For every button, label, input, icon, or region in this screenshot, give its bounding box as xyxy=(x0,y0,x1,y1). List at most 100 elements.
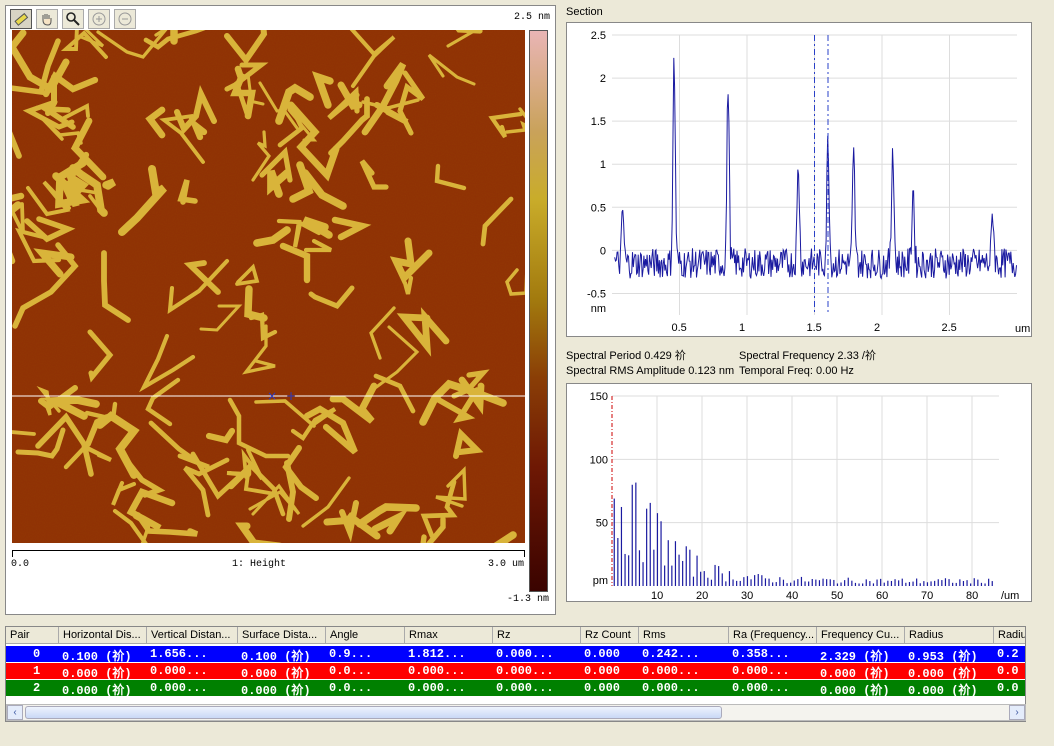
table-cell: 0.000... xyxy=(496,664,554,678)
column-header[interactable]: Ra (Frequency... xyxy=(729,627,817,644)
table-row[interactable]: 2 0.000 (祄) 0.000... 0.000 (祄) 0.0... 0.000..… xyxy=(6,680,1025,698)
x-axis-label: um xyxy=(1015,323,1030,335)
svg-text:+: + xyxy=(286,389,296,403)
y-tick-label: 2.5 xyxy=(591,30,606,42)
table-cell: 0.000 (祄) xyxy=(820,667,890,681)
x-tick-label: 2.5 xyxy=(942,322,957,334)
x-tick-label: 20 xyxy=(696,590,708,601)
table-cell: 0.100 (祄) xyxy=(241,650,311,664)
x-start-label: 0.0 xyxy=(11,559,30,570)
column-header[interactable]: Radiu xyxy=(994,627,1025,644)
table-cell: 0.0... xyxy=(329,681,373,695)
section-title: Section xyxy=(566,6,603,18)
table-cell: 0.0 xyxy=(997,681,1019,695)
table-cell: 0.000... xyxy=(408,681,466,695)
x-tick-label: 1 xyxy=(739,322,745,334)
spectral-rms-amplitude: Spectral RMS Amplitude 0.123 nm xyxy=(566,365,735,377)
column-header[interactable]: Vertical Distan... xyxy=(147,627,238,644)
y-tick-label: 50 xyxy=(596,518,608,530)
column-header[interactable]: Radius xyxy=(905,627,994,644)
table-cell: 0.000... xyxy=(496,647,554,661)
zoom-in-icon[interactable] xyxy=(88,9,110,29)
y-tick-label: 1.5 xyxy=(591,116,606,128)
table-cell: 0.9... xyxy=(329,647,373,661)
x-end-label: 3.0 um xyxy=(488,559,525,570)
y-axis-label: pm xyxy=(593,575,608,587)
table-cell: 0.0 xyxy=(997,664,1019,678)
scroll-right-icon[interactable]: › xyxy=(1009,705,1025,720)
image-panel: 2.5 nm × + 0.0 1: Height 3.0 um -1.3 nm xyxy=(5,5,556,615)
table-cell: 0.000... xyxy=(732,664,790,678)
hand-icon[interactable] xyxy=(36,9,58,29)
table-cell: 0.100 (祄) xyxy=(62,650,132,664)
table-cell: 2.329 (祄) xyxy=(820,650,890,664)
table-cell: 0.0... xyxy=(329,664,373,678)
table-cell: 1.812... xyxy=(408,647,466,661)
x-tick-label: 1.5 xyxy=(807,322,822,334)
y-axis-label: nm xyxy=(591,303,606,315)
table-cell: 0.000... xyxy=(642,664,700,678)
scroll-left-icon[interactable]: ‹ xyxy=(7,705,23,720)
magnifier-icon[interactable] xyxy=(62,9,84,29)
afm-height-image[interactable]: × + xyxy=(12,30,525,543)
column-header[interactable]: Rmax xyxy=(405,627,493,644)
column-header[interactable]: Pair xyxy=(6,627,59,644)
table-cell: 0.000 (祄) xyxy=(908,684,978,698)
y-tick-label: 100 xyxy=(590,454,608,466)
spectrum-plot[interactable]: 10 20 30 40 50 60 70 80 150 100 50 pm/um xyxy=(566,383,1032,602)
table-cell: 0.953 (祄) xyxy=(908,650,978,664)
table-cell: 0.000... xyxy=(642,681,700,695)
y-tick-label: -0.5 xyxy=(587,288,606,300)
table-cell: 0.000 (祄) xyxy=(62,684,132,698)
strand xyxy=(102,178,117,190)
y-tick-label: 0 xyxy=(600,245,606,257)
table-cell: 0.000 (祄) xyxy=(820,684,890,698)
spectral-period: Spectral Period 0.429 祄 xyxy=(566,350,686,362)
height-colorbar xyxy=(529,30,548,592)
table-cell: 0.000 xyxy=(584,681,621,695)
x-axis-label: /um xyxy=(1001,590,1019,601)
scroll-thumb[interactable] xyxy=(25,706,722,719)
table-cell: 0.000... xyxy=(496,681,554,695)
table-cell: 0.000 (祄) xyxy=(241,667,311,681)
x-tick-label: 50 xyxy=(831,590,843,601)
z-max-label: 2.5 nm xyxy=(514,12,551,23)
spectral-frequency: Spectral Frequency 2.33 /祄 xyxy=(739,350,876,362)
table-cell: 0.000 (祄) xyxy=(908,667,978,681)
table-cell: 0.000 xyxy=(584,647,621,661)
z-min-label: -1.3 nm xyxy=(507,594,550,605)
column-header[interactable]: Surface Dista... xyxy=(238,627,326,644)
temporal-frequency: Temporal Freq: 0.00 Hz xyxy=(739,365,854,377)
section-profile-line xyxy=(614,57,1017,280)
x-tick-label: 2 xyxy=(874,322,880,334)
column-header[interactable]: Rz xyxy=(493,627,581,644)
table-cell: 0.000 (祄) xyxy=(241,684,311,698)
y-tick-label: 0.5 xyxy=(591,202,606,214)
table-cell: 0.2 xyxy=(997,647,1019,661)
table-cell: 1.656... xyxy=(150,647,208,661)
y-tick-label: 2 xyxy=(600,73,606,85)
ruler-icon[interactable] xyxy=(10,9,32,29)
svg-text:×: × xyxy=(267,389,277,403)
y-tick-label: 1 xyxy=(600,159,606,171)
table-row[interactable]: 1 0.000 (祄) 0.000... 0.000 (祄) 0.0... 0.000..… xyxy=(6,663,1025,681)
x-tick-label: 30 xyxy=(741,590,753,601)
x-tick-label: 70 xyxy=(921,590,933,601)
zoom-out-icon[interactable] xyxy=(114,9,136,29)
table-cell: 0.358... xyxy=(732,647,790,661)
section-plot[interactable]: 0.5 1 1.5 2 2.5 2.5 2 1.5 1 0.5 0 -0.5 nm um xyxy=(566,22,1032,337)
table-cell: 0.000... xyxy=(732,681,790,695)
x-scale-bar xyxy=(12,550,525,557)
column-header[interactable]: Frequency Cu... xyxy=(817,627,905,644)
table-cell: 0.000... xyxy=(408,664,466,678)
column-header[interactable]: Horizontal Dis... xyxy=(59,627,147,644)
table-cell: 0.242... xyxy=(642,647,700,661)
column-header[interactable]: Angle xyxy=(326,627,405,644)
x-tick-label: 10 xyxy=(651,590,663,601)
column-header[interactable]: Rz Count xyxy=(581,627,639,644)
horizontal-scrollbar[interactable]: ‹ › xyxy=(6,704,1026,721)
x-tick-label: 80 xyxy=(966,590,978,601)
column-header[interactable]: Rms xyxy=(639,627,729,644)
channel-label: 1: Height xyxy=(232,559,287,570)
table-row[interactable]: 0 0.100 (祄) 1.656... 0.100 (祄) 0.9... 1.812..… xyxy=(6,646,1025,664)
